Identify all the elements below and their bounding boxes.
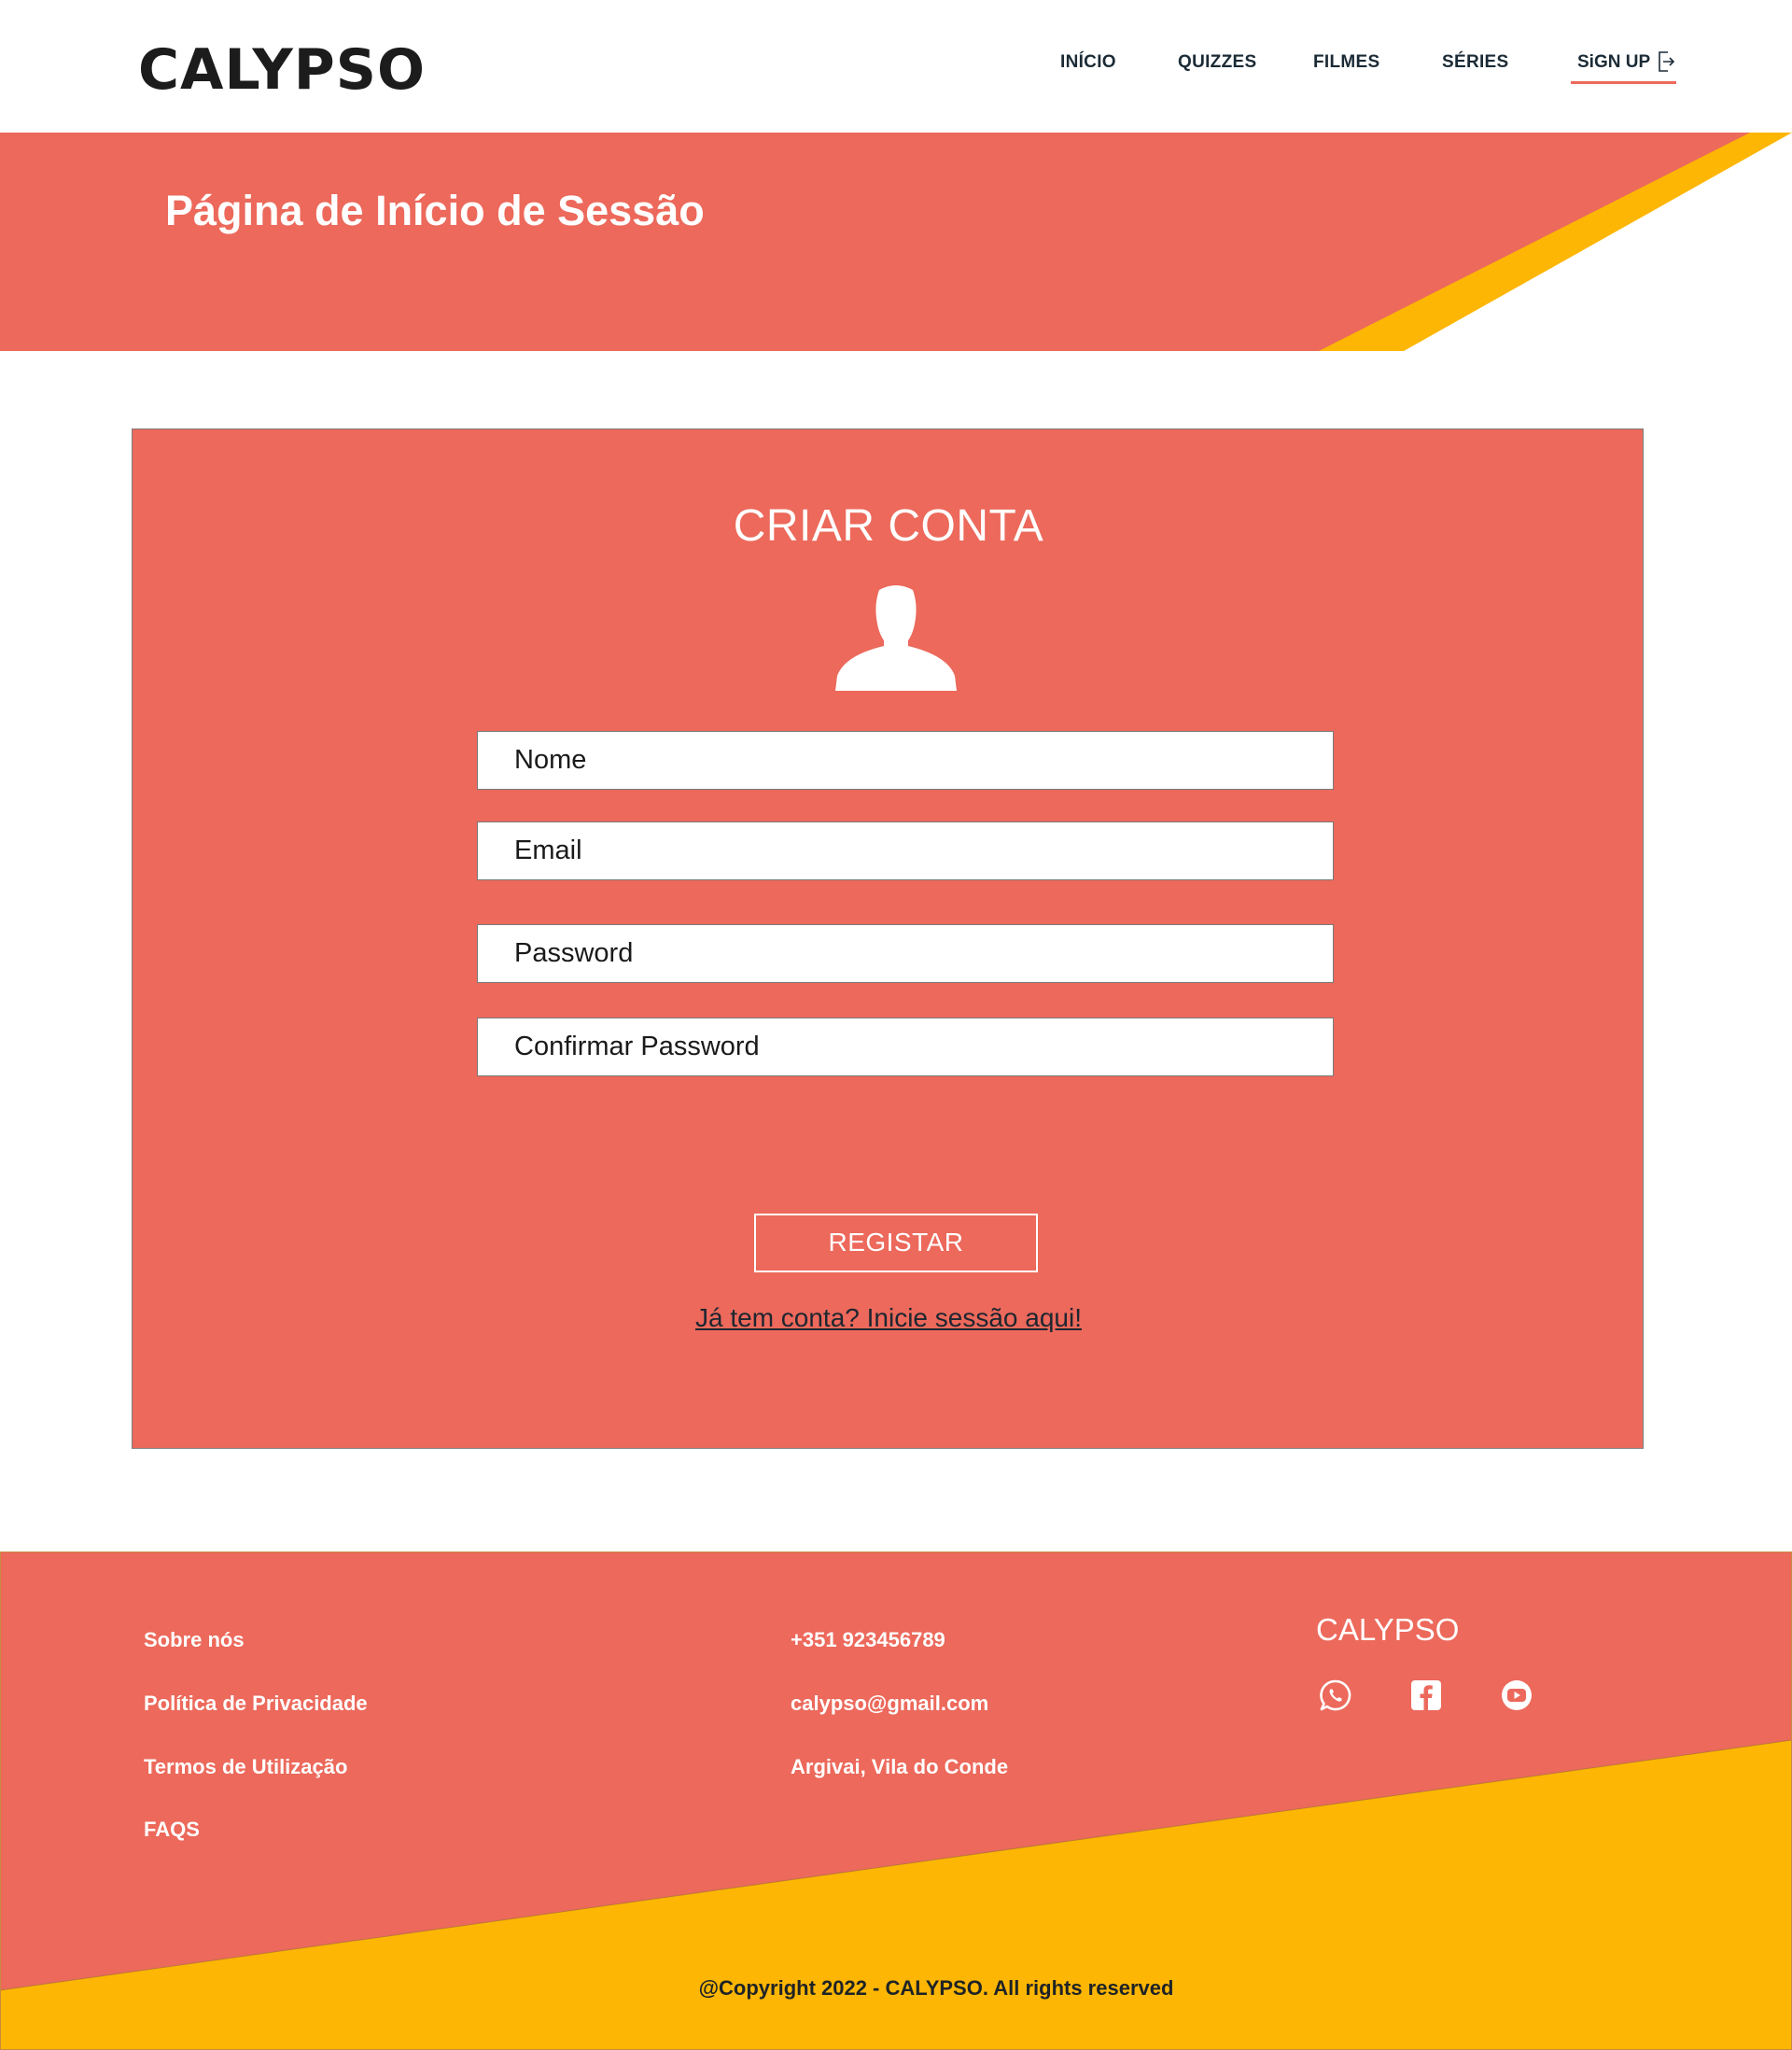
register-form-card: CRIAR CONTA Nome Email Password Confirma… <box>132 428 1644 1449</box>
footer-link-faqs[interactable]: FAQS <box>144 1818 200 1842</box>
facebook-icon[interactable] <box>1409 1678 1443 1712</box>
page-banner <box>0 133 1792 351</box>
footer-logo: CALYPSO <box>1316 1612 1460 1647</box>
youtube-icon[interactable] <box>1500 1678 1533 1712</box>
login-link[interactable]: Já tem conta? Inicie sessão aqui! <box>133 1303 1645 1333</box>
nav-link-quizzes[interactable]: QUIZZES <box>1178 52 1256 73</box>
password-input[interactable]: Password <box>477 924 1334 983</box>
confirm-password-input[interactable]: Confirmar Password <box>477 1018 1334 1076</box>
site-footer <box>0 1552 1792 2050</box>
nav-link-series[interactable]: SÉRIES <box>1442 52 1509 73</box>
nav-link-filmes[interactable]: FILMES <box>1313 52 1379 73</box>
site-logo[interactable]: CALYPSO <box>138 37 426 103</box>
footer-phone: +351 923456789 <box>791 1628 945 1651</box>
email-input[interactable]: Email <box>477 821 1334 880</box>
signup-label: SiGN UP <box>1577 52 1651 72</box>
user-avatar-icon <box>835 585 957 691</box>
footer-email[interactable]: calypso@gmail.com <box>791 1692 988 1716</box>
sign-in-icon <box>1659 51 1674 72</box>
footer-address: Argivai, Vila do Conde <box>791 1755 1009 1778</box>
footer-link-privacy[interactable]: Política de Privacidade <box>144 1692 368 1716</box>
nav-signup-button[interactable]: SiGN UP <box>1571 51 1676 84</box>
page-title: Página de Início de Sessão <box>165 187 705 234</box>
name-input[interactable]: Nome <box>477 731 1334 790</box>
register-button[interactable]: REGISTAR <box>754 1214 1038 1272</box>
footer-link-terms[interactable]: Termos de Utilização <box>144 1755 347 1779</box>
form-title: CRIAR CONTA <box>733 501 1044 551</box>
site-header: CALYPSO INÍCIO QUIZZES FILMES SÉRIES SiG… <box>0 0 1792 133</box>
footer-link-about[interactable]: Sobre nós <box>144 1628 245 1652</box>
whatsapp-icon[interactable] <box>1319 1678 1352 1712</box>
nav-link-inicio[interactable]: INÍCIO <box>1060 52 1116 73</box>
copyright-text: @Copyright 2022 - CALYPSO. All rights re… <box>698 1976 1174 2000</box>
